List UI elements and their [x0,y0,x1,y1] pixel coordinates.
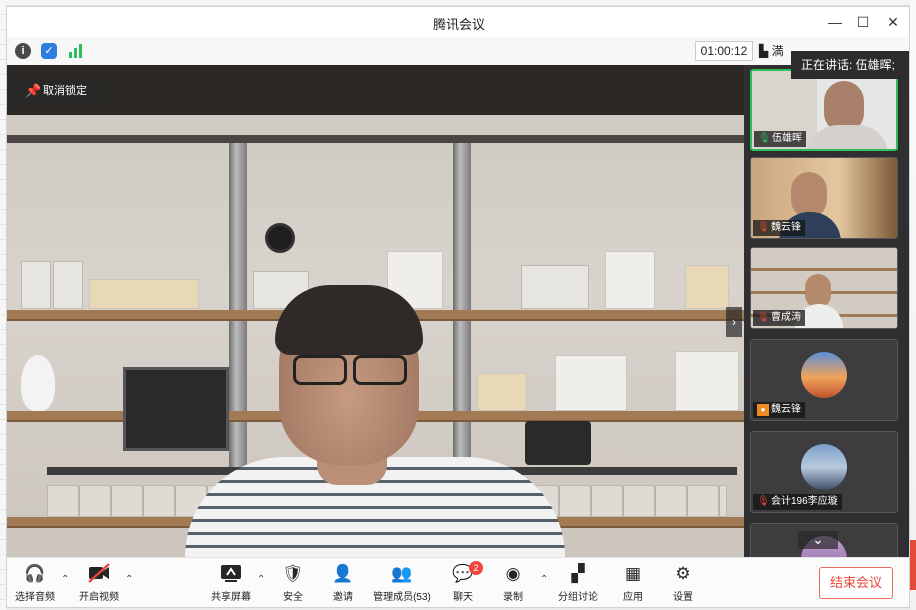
participant-face [805,274,831,308]
maximize-button[interactable]: ☐ [853,12,873,32]
members-label: 管理成员(53) [373,592,431,603]
apps-grid-icon: ▦ [624,564,642,583]
breakout-icon: ▞ [571,564,585,583]
participant-avatar [801,444,847,490]
shelf-books [685,265,729,309]
participant-name-tag: 🎙 会计196李应璇 [753,494,842,510]
video-button[interactable]: 开启视频 [75,562,123,606]
participant-name-tag: 🎙 伍雄晖 [754,131,806,147]
add-user-icon: 👤 [332,564,354,583]
vase-icon [21,355,55,411]
audio-button[interactable]: 🎧 选择音频 [13,562,57,606]
record-button[interactable]: ◉ 录制 [497,562,529,606]
participant-name-tag: 🎙 魏云锋 [753,220,805,236]
glasses-icon [287,355,411,387]
video-caret-icon[interactable]: ⌃ [125,574,133,585]
share-screen-button[interactable]: 共享屏幕 [207,562,255,606]
phone-icon [525,421,591,465]
share-caret-icon[interactable]: ⌃ [257,574,265,585]
breakout-label: 分组讨论 [558,592,598,603]
participant-tile[interactable]: 🎙 魏云锋 [750,157,898,239]
record-caret-icon[interactable]: ⌃ [540,574,548,585]
shelf-top-rail [7,135,744,143]
record-icon: ◉ [505,564,521,583]
mic-muted-icon: 🎙 [757,222,770,233]
shield-icon[interactable]: ✓ [41,43,57,59]
shelf-books [605,251,655,309]
end-meeting-button[interactable]: 结束会议 [819,567,893,599]
security-button[interactable]: 🛡 安全 [277,562,309,606]
meeting-timer: 01:00:12 [695,41,753,61]
settings-button[interactable]: ⚙ 设置 [667,562,699,606]
security-label: 安全 [283,592,303,603]
signal-icon[interactable] [67,43,83,59]
participant-name-tag: ● 魏云锋 [753,402,805,418]
mic-muted-icon: 🎙 [757,312,770,323]
clock-icon [265,223,295,253]
share-label: 共享屏幕 [211,592,251,603]
unpin-button[interactable]: 📌 取消锁定 [15,77,105,105]
main-video-stage[interactable]: 📌 取消锁定 › [7,65,744,557]
video-background-ceiling [7,65,744,115]
mic-on-icon: 🎙 [758,133,771,144]
headset-icon: 🎧 [24,564,46,583]
shelf-books [675,351,739,411]
user-icon: ● [757,404,769,416]
members-icon: 👥 [391,564,413,583]
shelf-box [21,261,51,309]
participant-name: 伍雄晖 [772,133,802,144]
window-title: 腾讯会议 [432,17,485,32]
invite-button[interactable]: 👤 邀请 [327,562,359,606]
apps-button[interactable]: ▦ 应用 [617,562,649,606]
background-desktop-right [910,0,916,610]
shelf-books [555,355,627,411]
monitor-icon [123,367,229,451]
participant-tile[interactable]: 🎙 伍雄晖 [750,69,898,151]
participant-name: 魏云锋 [771,404,801,415]
speaking-tooltip: 正在讲话: 伍雄晖; [791,51,909,79]
minimize-button[interactable]: — [825,12,845,32]
participant-avatar [801,352,847,398]
close-button[interactable]: ✕ [883,12,903,32]
chat-unread-badge: 2 [469,561,483,575]
participant-sidebar: 🎙 伍雄晖 🎙 魏云锋 🎙 曹成涛 ● 魏云锋 🎙 会计196李应璇 ⌄ [744,65,909,557]
info-icon[interactable]: i [15,43,31,59]
apps-label: 应用 [623,592,643,603]
shelf-books [477,373,527,411]
meeting-toolbar: 🎧 选择音频 ⌃ 开启视频 ⌃ 共享屏幕 ⌃ 🛡 安全 👤 邀请 👥 管理成员(… [7,557,909,607]
participant-tile[interactable]: ● 魏云锋 [750,339,898,421]
shelf-box [521,265,589,309]
participant-tile[interactable]: 🎙 曹成涛 [750,247,898,329]
meeting-window: 腾讯会议 — ☐ ✕ i ✓ 01:00:12 ▙ 満 📌 取消锁定 › 🎙 伍… [6,6,910,608]
breakout-button[interactable]: ▞ 分组讨论 [553,562,603,606]
settings-label: 设置 [673,592,693,603]
shelf-box [53,261,83,309]
pin-icon: 📌 [25,83,42,98]
participant-name: 会计196李应璇 [771,496,838,507]
unpin-label: 取消锁定 [43,85,87,97]
share-screen-icon [219,562,243,586]
record-label: 录制 [503,592,523,603]
scroll-more-arrow[interactable]: ⌄ [798,531,838,549]
chat-label: 聊天 [453,592,473,603]
participant-name: 魏云锋 [771,222,801,233]
participant-tile[interactable]: 🎙 会计196李应璇 [750,431,898,513]
video-label: 开启视频 [79,592,119,603]
audio-label: 选择音频 [15,592,55,603]
shelf-books [89,279,199,309]
collapse-sidebar-arrow[interactable]: › [726,307,742,337]
video-off-icon [87,562,111,586]
title-bar: 腾讯会议 — ☐ ✕ [7,7,909,37]
audio-caret-icon[interactable]: ⌃ [61,574,69,585]
security-shield-icon: 🛡 [282,564,304,583]
participant-name: 曹成涛 [771,312,801,323]
speaker-hair [275,285,423,355]
mic-muted-icon: 🎙 [757,496,770,507]
participant-name-tag: 🎙 曹成涛 [753,310,805,326]
manage-members-button[interactable]: 👥 管理成员(53) [367,562,437,606]
meeting-info-bar: i ✓ 01:00:12 ▙ 満 [7,37,909,65]
invite-label: 邀请 [333,592,353,603]
gear-icon: ⚙ [675,564,691,583]
